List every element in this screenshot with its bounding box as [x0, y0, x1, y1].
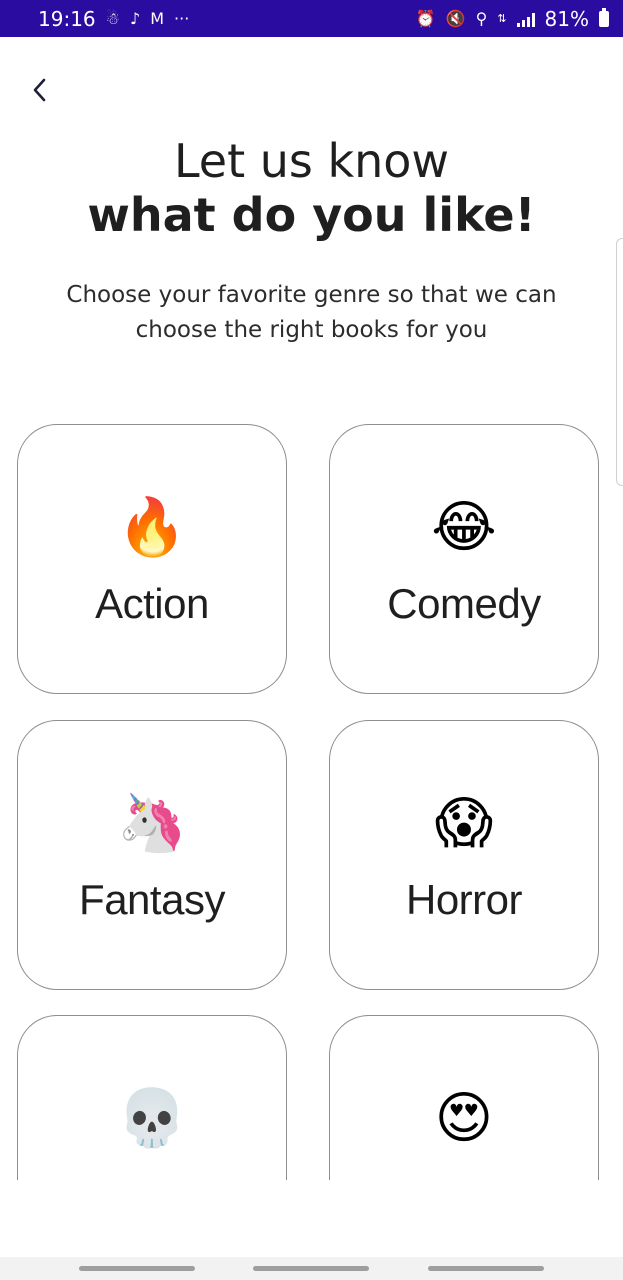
genre-label: Fantasy	[79, 876, 225, 923]
page-subtitle: Choose your favorite genre so that we ca…	[66, 282, 557, 343]
fire-icon: 🔥	[117, 495, 187, 560]
nav-recents-button[interactable]	[79, 1266, 195, 1271]
tiktok-icon: ♪	[129, 8, 141, 28]
screen: 19:16 ☃ ♪ M ··· ⏰ 🔇 ⚲ ⇅ 81% Let us know …	[0, 0, 623, 1280]
genre-label: Action	[95, 580, 209, 627]
skull-icon: 💀	[117, 1086, 187, 1151]
gmail-icon: M	[150, 8, 165, 28]
status-bar-left: 19:16 ☃ ♪ M ···	[38, 7, 189, 31]
title-line-1: Let us know	[173, 134, 450, 188]
location-icon: ⚲	[475, 8, 488, 28]
signal-icon	[516, 11, 535, 27]
mute-icon: 🔇	[445, 8, 466, 28]
genre-card-heart-eyes[interactable]: 😍	[329, 1015, 599, 1180]
title-line-2: what do you like!	[87, 188, 536, 242]
nav-home-button[interactable]	[253, 1266, 369, 1271]
status-bar-right: ⏰ 🔇 ⚲ ⇅ 81%	[416, 7, 609, 31]
genre-label: Comedy	[387, 580, 541, 627]
battery-percent: 81%	[544, 6, 589, 31]
genre-grid: 🔥 Action 😂 Comedy 🦄 Fantasy 😱 Horror 💀 😍	[0, 400, 623, 1180]
battery-icon	[599, 7, 609, 27]
laughing-face-icon: 😂	[431, 495, 497, 560]
genre-label: Horror	[405, 876, 523, 923]
genre-card-action[interactable]: 🔥 Action	[17, 424, 287, 694]
genre-card-skull[interactable]: 💀	[17, 1015, 287, 1180]
heart-eyes-face-icon: 😍	[434, 1086, 494, 1151]
system-nav-bar	[0, 1257, 623, 1280]
page-title: Let us know what do you like!	[0, 134, 623, 242]
unicorn-icon: 🦄	[117, 791, 187, 856]
alarm-icon: ⏰	[415, 8, 436, 28]
genre-card-horror[interactable]: 😱 Horror	[329, 720, 599, 990]
more-notifications-icon: ···	[174, 8, 190, 28]
notification-icon: ☃	[105, 8, 120, 28]
status-time: 19:16	[38, 6, 96, 31]
status-bar: 19:16 ☃ ♪ M ··· ⏰ 🔇 ⚲ ⇅ 81%	[0, 0, 623, 37]
screaming-face-icon: 😱	[434, 791, 494, 856]
genre-card-comedy[interactable]: 😂 Comedy	[329, 424, 599, 694]
chevron-left-icon	[33, 78, 46, 102]
data-icon: ⇅	[497, 12, 507, 25]
genre-card-fantasy[interactable]: 🦄 Fantasy	[17, 720, 287, 990]
nav-back-button[interactable]	[428, 1266, 544, 1271]
back-button[interactable]	[24, 72, 54, 108]
